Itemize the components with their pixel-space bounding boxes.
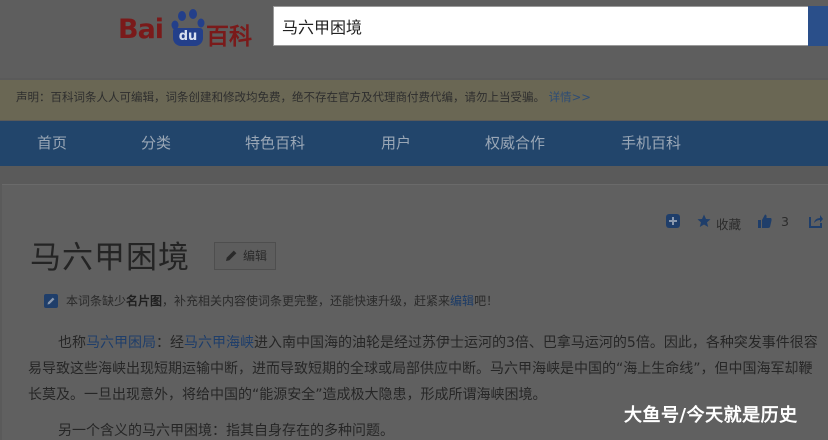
collect-button[interactable]: 收藏: [716, 214, 741, 234]
tip-text-post: 吧！: [474, 294, 499, 308]
logo-baike-text: 百科: [206, 24, 252, 50]
tip-text-mid: ，补充相关内容使词条更完整，还能快速升级，赶紧来: [162, 294, 451, 308]
star-icon: [697, 214, 711, 227]
edit-button[interactable]: 编辑: [214, 242, 276, 270]
paragraph-1: 也称马六甲困局：经马六甲海峡进入南中国海的油轮是经过苏伊士运河的3倍、巴拿马运河…: [28, 330, 820, 408]
search-button[interactable]: [808, 6, 828, 46]
tip-edit-link[interactable]: 编辑: [450, 294, 474, 308]
header: Bai du 百科: [0, 0, 828, 78]
nav-item-featured[interactable]: 特色百科: [245, 121, 305, 166]
tip-text-bold: 名片图: [126, 294, 163, 308]
main-nav: 首页 分类 特色百科 用户 权威合作 手机百科: [0, 121, 828, 166]
nav-item-partners[interactable]: 权威合作: [485, 121, 545, 166]
edit-note-icon: [44, 294, 58, 308]
baidu-baike-logo[interactable]: Bai du 百科: [118, 8, 258, 50]
tip-text-pre: 本词条缺少: [66, 294, 127, 308]
link-malacca-dilemma[interactable]: 马六甲困局: [86, 335, 156, 351]
edit-button-label: 编辑: [243, 249, 268, 263]
logo-bai-text: Bai: [118, 14, 164, 45]
notice-text: 声明：百科词条人人可编辑，词条创建和修改均免费，绝不存在官方及代理商付费代编，请…: [16, 90, 545, 104]
pencil-icon: [226, 250, 237, 261]
link-malacca-strait[interactable]: 马六甲海峡: [184, 335, 254, 351]
watermark: 大鱼号/今天就是历史: [624, 405, 798, 426]
para1-text-b: ：经: [156, 335, 184, 351]
para1-text-a: 也称: [58, 335, 86, 351]
nav-item-home[interactable]: 首页: [37, 121, 67, 166]
notice-details-link[interactable]: 详情>>: [549, 90, 591, 104]
like-count: 3: [781, 214, 789, 229]
share-icon[interactable]: [809, 214, 823, 228]
logo-du-badge: du: [173, 28, 203, 46]
nav-item-mobile[interactable]: 手机百科: [621, 121, 681, 166]
thumbs-up-icon[interactable]: [758, 214, 772, 228]
nav-item-category[interactable]: 分类: [141, 121, 171, 166]
page-title: 马六甲困境: [30, 240, 190, 276]
search-box[interactable]: [273, 6, 813, 46]
search-input[interactable]: [274, 7, 812, 45]
para2-text: 另一个含义的马六甲困境：指其自身存在的多种问题。: [58, 423, 394, 439]
add-icon[interactable]: [666, 214, 680, 228]
nav-item-users[interactable]: 用户: [381, 121, 411, 166]
notice-bar: 声明：百科词条人人可编辑，词条创建和修改均免费，绝不存在官方及代理商付费代编，请…: [0, 80, 828, 120]
missing-image-tip: 本词条缺少名片图，补充相关内容使词条更完整，还能快速升级，赶紧来编辑吧！: [44, 292, 498, 310]
